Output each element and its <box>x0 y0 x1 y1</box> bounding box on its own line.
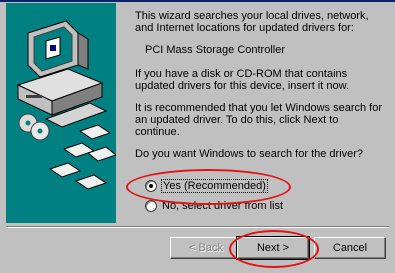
monitor-icon <box>27 20 89 78</box>
wizard-body: This wizard searches your local drives, … <box>135 10 385 170</box>
option-yes-label[interactable]: Yes (Recommended) <box>161 179 268 193</box>
cancel-button[interactable]: Cancel <box>314 237 386 259</box>
cd-icon <box>18 113 50 141</box>
cancel-button-label: Cancel <box>332 242 368 254</box>
recommendation-text: It is recommended that you let Windows s… <box>135 102 382 138</box>
back-button[interactable]: < Back <box>170 237 242 259</box>
option-yes-radio[interactable]: Yes (Recommended) <box>145 179 268 193</box>
button-separator <box>6 226 389 228</box>
next-button-label: Next > <box>256 242 290 254</box>
radio-selected-icon[interactable] <box>145 180 157 192</box>
option-no-label[interactable]: No, select driver from list <box>162 200 283 212</box>
radio-unselected-icon[interactable] <box>145 200 157 212</box>
question-text: Do you want Windows to search for the dr… <box>135 148 364 160</box>
wizard-side-panel <box>6 3 116 223</box>
option-no-radio[interactable]: No, select driver from list <box>145 199 283 213</box>
next-button[interactable]: Next > <box>236 236 310 260</box>
floppy-disk-icon <box>48 124 116 190</box>
back-button-label: < Back <box>189 242 223 254</box>
disk-instructions: If you have a disk or CD-ROM that contai… <box>135 68 349 92</box>
computer-illustration <box>16 20 116 190</box>
intro-text: This wizard searches your local drives, … <box>135 10 369 34</box>
title-bar-edge <box>0 0 395 2</box>
device-name: PCI Mass Storage Controller <box>145 44 285 56</box>
